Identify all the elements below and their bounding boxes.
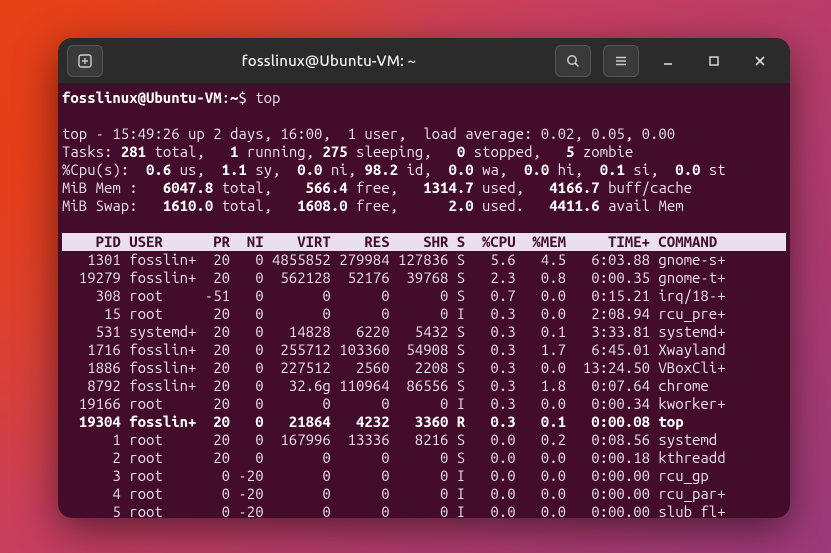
minimize-button[interactable] xyxy=(651,46,685,76)
titlebar: fosslinux@Ubuntu-VM: ~ xyxy=(58,38,790,83)
search-button[interactable] xyxy=(555,45,591,77)
maximize-button[interactable] xyxy=(697,46,731,76)
close-icon xyxy=(753,54,767,68)
window-title: fosslinux@Ubuntu-VM: ~ xyxy=(106,52,552,69)
search-icon xyxy=(565,53,581,69)
close-button[interactable] xyxy=(743,46,777,76)
maximize-icon xyxy=(707,54,721,68)
new-tab-icon xyxy=(77,53,93,69)
new-tab-button[interactable] xyxy=(67,45,103,77)
hamburger-icon xyxy=(613,53,629,69)
terminal-area[interactable]: fosslinux@Ubuntu-VM:~$ top top - 15:49:2… xyxy=(58,83,790,518)
minimize-icon xyxy=(661,54,675,68)
terminal-window: fosslinux@Ubuntu-VM: ~ xyxy=(58,38,790,518)
menu-button[interactable] xyxy=(603,45,639,77)
